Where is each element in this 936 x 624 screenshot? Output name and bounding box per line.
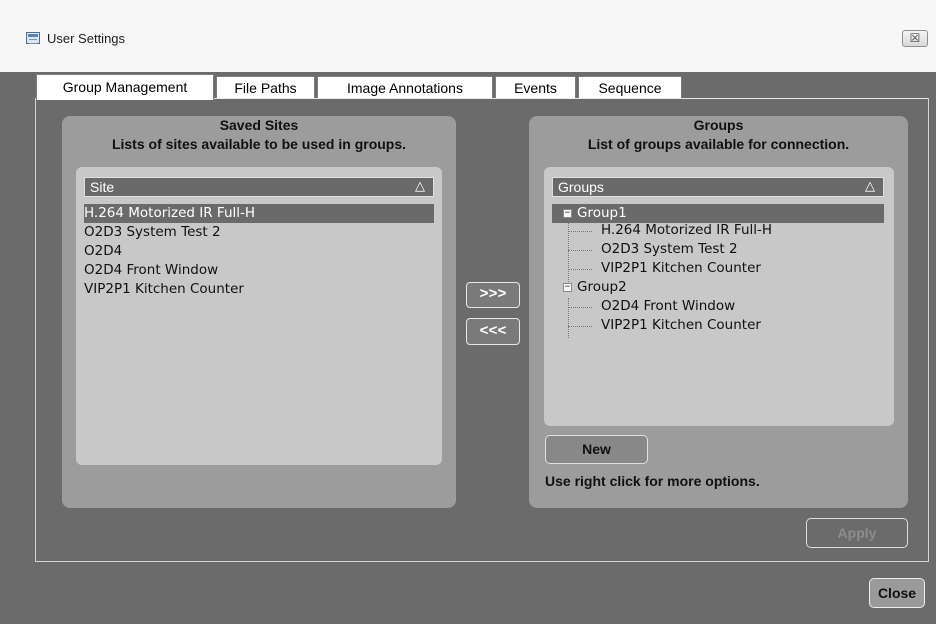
tree-site-node[interactable]: VIP2P1 Kitchen Counter [601,316,761,335]
groups-title: Groups [693,117,744,133]
add-to-group-button[interactable]: >>> [466,282,520,308]
apply-button[interactable]: Apply [806,518,908,548]
close-button[interactable]: Close [869,578,925,608]
tab-file-paths[interactable]: File Paths [216,76,315,98]
tree-connector [568,326,592,327]
sort-ascending-icon: △ [415,178,425,193]
tree-site-node[interactable]: H.264 Motorized IR Full-H [601,221,772,240]
group-name: Group2 [577,279,627,295]
tab-events[interactable]: Events [495,76,576,98]
tree-site-node[interactable]: O2D3 System Test 2 [601,240,738,259]
collapse-icon[interactable]: − [563,283,572,292]
groups-column-label: Groups [558,179,604,195]
site-column-label: Site [90,179,115,195]
site-list-item[interactable]: VIP2P1 Kitchen Counter [84,280,434,299]
collapse-icon[interactable]: − [563,209,572,218]
groups-panel: Groups List of groups available for conn… [529,116,908,508]
tree-connector [568,298,569,338]
groups-tree[interactable]: Groups △ − Group1 H.264 Motorized IR Ful… [544,167,894,426]
saved-sites-panel: Saved Sites Lists of sites available to … [62,116,456,508]
title-bar: User Settings ☒ [0,0,936,72]
site-list-item[interactable]: O2D4 [84,242,434,261]
tree-connector [568,231,592,232]
tab-image-annotations[interactable]: Image Annotations [317,76,493,98]
site-list-item[interactable]: O2D3 System Test 2 [84,223,434,242]
groups-column-header[interactable]: Groups △ [552,177,884,197]
groups-subtitle: List of groups available for connection. [587,136,850,152]
tree-site-node[interactable]: O2D4 Front Window [601,297,735,316]
remove-from-group-button[interactable]: <<< [466,318,520,345]
site-list-item[interactable]: O2D4 Front Window [84,261,434,280]
site-column-header[interactable]: Site △ [84,177,434,197]
tree-group-node[interactable]: − Group2 [552,278,884,297]
saved-sites-subtitle: Lists of sites available to be used in g… [111,136,407,152]
user-settings-window: User Settings ☒ Group Management File Pa… [0,0,936,624]
tree-connector [568,307,592,308]
window-app-icon [26,32,40,44]
tree-site-node[interactable]: VIP2P1 Kitchen Counter [601,259,761,278]
saved-sites-title: Saved Sites [219,117,299,133]
tree-connector [568,269,592,270]
sort-ascending-icon: △ [865,178,875,193]
groups-hint: Use right click for more options. [545,473,760,489]
tab-group-management[interactable]: Group Management [36,74,214,100]
tree-connector [568,250,592,251]
saved-sites-list[interactable]: Site △ H.264 Motorized IR Full-H O2D3 Sy… [76,167,442,465]
window-close-button[interactable]: ☒ [902,30,928,47]
new-group-button[interactable]: New [545,435,648,464]
window-title: User Settings [47,31,126,46]
tab-sequence[interactable]: Sequence [578,76,682,98]
site-list-item[interactable]: H.264 Motorized IR Full-H [84,204,434,223]
